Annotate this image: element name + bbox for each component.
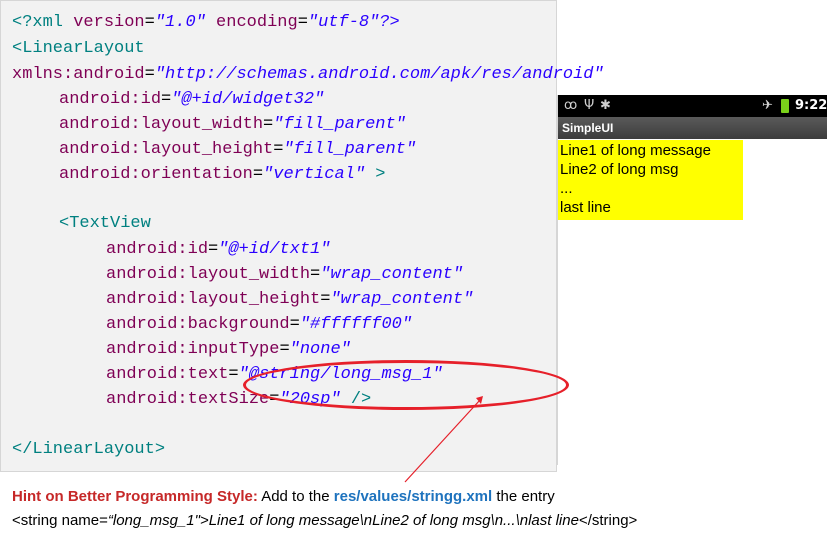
- attr: android:inputType: [106, 340, 280, 359]
- code-line-4: android:id="@+id/widget32": [59, 90, 324, 110]
- status-bar: ꝏ Ψ ✱ ✈ 9:22: [558, 95, 827, 117]
- code-line-12: android:background="#ffffff00": [106, 315, 412, 335]
- value: "wrap_content": [330, 290, 474, 309]
- battery-icon: [781, 99, 789, 113]
- attr: version: [73, 13, 145, 32]
- app-title: SimpleUI: [562, 121, 614, 135]
- value: "@+id/widget32": [171, 90, 325, 109]
- debug-icon: ✱: [600, 98, 611, 113]
- app-title-bar: SimpleUI: [558, 117, 827, 139]
- code-line-3: xmlns:android="http://schemas.android.co…: [12, 65, 604, 85]
- value: "wrap_content": [320, 265, 464, 284]
- eq: =: [144, 65, 155, 84]
- string-entry: <string name=“long_msg_1">Line1 of long …: [12, 512, 637, 529]
- hint-file-path: res/values/stringg.xml: [333, 488, 493, 505]
- attr: android:layout_width: [59, 115, 264, 134]
- hint-label: Hint on Better Programming Style:: [12, 488, 258, 505]
- value: "none": [289, 340, 351, 359]
- attr: android:layout_width: [106, 265, 311, 284]
- eq: =: [279, 340, 290, 359]
- entry-body: “long_msg_1">Line1 of long message\nLine…: [107, 512, 579, 529]
- attr: xmlns:android: [12, 65, 145, 84]
- usb-icon: Ψ: [584, 98, 595, 113]
- phone-screenshot: ꝏ Ψ ✱ ✈ 9:22 SimpleUI Line1 of long mess…: [557, 95, 827, 465]
- eq: =: [297, 13, 308, 32]
- voicemail-icon: ꝏ: [564, 98, 578, 113]
- attr: android:background: [106, 315, 290, 334]
- code-line-7: android:orientation="vertical" >: [59, 165, 385, 185]
- hint-line: Hint on Better Programming Style: Add to…: [12, 488, 555, 505]
- eq: =: [263, 115, 274, 134]
- code-line-16: </LinearLayout>: [12, 440, 166, 459]
- value: "fill_parent": [283, 140, 417, 159]
- value: "1.0": [154, 13, 206, 32]
- tag-close: >: [365, 165, 386, 184]
- eq: =: [310, 265, 321, 284]
- code-line-1: <?xml version="1.0" encoding="utf-8"?>: [12, 13, 400, 33]
- airplane-icon: ✈: [762, 98, 773, 113]
- attr: android:layout_height: [59, 140, 274, 159]
- yellow-textview: Line1 of long message Line2 of long msg …: [558, 140, 743, 220]
- code-line-8: <TextView: [59, 214, 151, 233]
- attr: android:id: [106, 240, 209, 259]
- code-line-5: android:layout_width="fill_parent": [59, 115, 406, 135]
- value: "utf-8"?>: [307, 13, 400, 32]
- eq: =: [208, 240, 219, 259]
- code-line-9: android:id="@+id/txt1": [106, 240, 330, 260]
- eq: =: [161, 90, 172, 109]
- attr: android:textSize: [106, 390, 270, 409]
- text-line-4: last line: [560, 199, 611, 216]
- value: "@+id/txt1": [218, 240, 331, 259]
- xml-decl: <?xml: [12, 13, 74, 32]
- code-line-2: <LinearLayout: [12, 39, 145, 58]
- entry-close: </string>: [578, 512, 638, 529]
- text-line-3: ...: [560, 180, 573, 197]
- hint-text: Add to the: [257, 488, 334, 505]
- attr: encoding: [205, 13, 298, 32]
- eq: =: [144, 13, 155, 32]
- code-line-10: android:layout_width="wrap_content": [106, 265, 463, 285]
- annotation-ellipse: [243, 360, 569, 410]
- attr: android:id: [59, 90, 162, 109]
- code-line-13: android:inputType="none": [106, 340, 351, 360]
- value: "http://schemas.android.com/apk/res/andr…: [154, 65, 604, 84]
- eq: =: [228, 365, 239, 384]
- value: "fill_parent": [273, 115, 406, 134]
- entry-open: <string name=: [12, 512, 108, 529]
- value: "#ffffff00": [299, 315, 413, 334]
- text-line-2: Line2 of long msg: [560, 161, 679, 178]
- eq: =: [273, 140, 284, 159]
- value: "vertical": [263, 165, 366, 184]
- eq: =: [320, 290, 331, 309]
- hint-text: the entry: [492, 488, 555, 505]
- attr: android:layout_height: [106, 290, 321, 309]
- code-line-11: android:layout_height="wrap_content": [106, 290, 473, 310]
- status-clock: 9:22: [795, 98, 827, 113]
- attr: android:text: [106, 365, 229, 384]
- code-line-6: android:layout_height="fill_parent": [59, 140, 416, 160]
- text-line-1: Line1 of long message: [560, 142, 711, 159]
- attr: android:orientation: [59, 165, 253, 184]
- eq: =: [289, 315, 300, 334]
- eq: =: [252, 165, 264, 184]
